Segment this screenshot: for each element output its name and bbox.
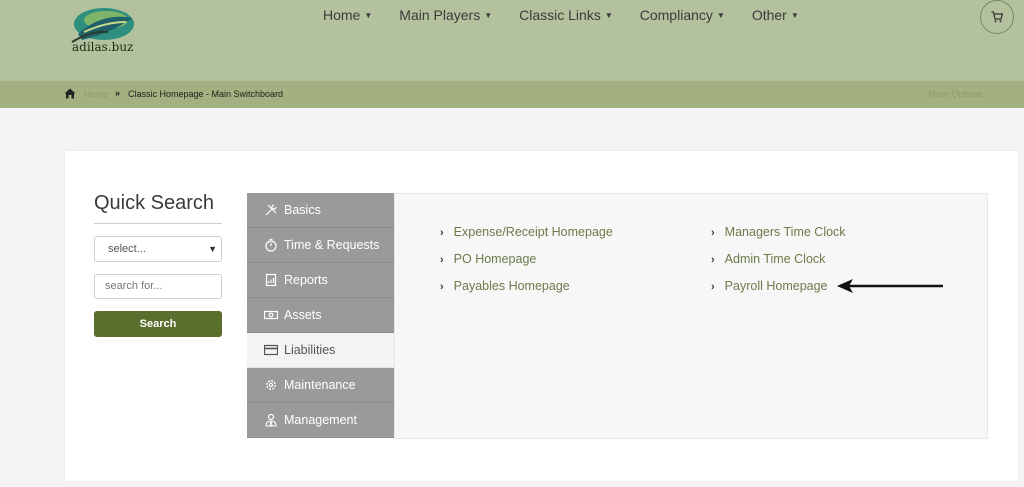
user-tie-icon [264,413,278,427]
nav-classic-links[interactable]: Classic Links ▼ [519,7,613,23]
search-button[interactable]: Search [94,311,222,337]
more-options-link[interactable]: More Options... [928,89,990,99]
nav-classic-links-label: Classic Links [519,7,601,23]
nav-other-label: Other [751,7,787,23]
chevron-down-icon: ▼ [716,10,725,20]
nav-home[interactable]: Home ▼ [323,7,372,23]
breadcrumb-separator: » [115,88,121,98]
link-admin-time-clock[interactable]: › Admin Time Clock [711,252,825,266]
chevron-down-icon: ▼ [604,10,613,20]
link-label: Managers Time Clock [724,225,846,239]
tab-liabilities-label: Liabilities [284,343,336,357]
tab-time-requests[interactable]: Time & Requests [247,228,394,263]
chevron-down-icon: ▼ [364,10,373,20]
chevron-right-icon: › [440,227,444,239]
search-category-select[interactable]: select... ▼ [94,236,222,262]
search-input[interactable]: search for... [94,274,222,299]
breadcrumb-home-link[interactable]: Home [84,89,108,99]
tab-maintenance-label: Maintenance [284,378,356,392]
tab-time-requests-label: Time & Requests [284,238,380,252]
chevron-down-icon: ▼ [790,10,799,20]
chevron-right-icon: › [711,254,715,266]
chevron-right-icon: › [440,254,444,266]
money-icon [264,308,278,322]
cart-icon [991,11,1003,23]
nav-main-players[interactable]: Main Players ▼ [399,7,492,23]
logo-text: adilas.buz [72,40,134,54]
link-expense-receipt-homepage[interactable]: › Expense/Receipt Homepage [440,225,613,239]
link-label: Payroll Homepage [724,279,828,293]
tab-reports-label: Reports [284,273,328,287]
nav-compliancy-label: Compliancy [639,7,713,23]
tab-assets[interactable]: Assets [247,298,394,333]
link-payroll-homepage[interactable]: › Payroll Homepage [711,279,828,293]
main-nav: Home ▼ Main Players ▼ Classic Links ▼ Compl… [323,7,826,23]
link-payables-homepage[interactable]: › Payables Homepage [440,279,570,293]
chevron-right-icon: › [711,227,715,239]
category-tabs: Basics Time & Requests Reports Assets Li… [247,193,394,438]
link-label: Payables Homepage [453,279,570,293]
tab-maintenance[interactable]: Maintenance [247,368,394,403]
top-header: adilas.buz Home ▼ Main Players ▼ Classic L… [0,0,1024,81]
annotation-arrow-icon [837,279,943,293]
tab-liabilities[interactable]: Liabilities [247,333,394,368]
quick-search-title: Quick Search [94,192,215,214]
chevron-right-icon: › [440,281,444,293]
tab-management-label: Management [284,413,357,427]
chevron-right-icon: › [711,281,715,293]
breadcrumb: Home » Classic Homepage - Main Switchboa… [0,81,1024,108]
link-label: Expense/Receipt Homepage [453,225,613,239]
switchboard-card: Quick Search select... ▼ search for... S… [65,151,1018,481]
nav-other[interactable]: Other ▼ [752,7,799,23]
link-po-homepage[interactable]: › PO Homepage [440,252,536,266]
nav-home-label: Home [323,7,361,23]
report-icon [264,273,278,287]
stopwatch-icon [264,238,278,252]
tab-basics-label: Basics [284,203,321,217]
gear-icon [264,378,278,392]
link-label: PO Homepage [453,252,537,266]
tab-assets-label: Assets [284,308,322,322]
tab-basics[interactable]: Basics [247,193,394,228]
home-icon[interactable] [64,88,76,99]
select-value: select... [108,243,146,255]
tab-reports[interactable]: Reports [247,263,394,298]
link-managers-time-clock[interactable]: › Managers Time Clock [711,225,846,239]
tools-icon [264,203,278,217]
chevron-down-icon: ▼ [208,244,217,254]
tab-management[interactable]: Management [247,403,394,438]
nav-compliancy[interactable]: Compliancy ▼ [640,7,725,23]
quick-search-divider [94,223,222,224]
cart-button[interactable] [980,0,1014,34]
nav-main-players-label: Main Players [399,7,481,23]
breadcrumb-current: Classic Homepage - Main Switchboard [128,89,284,99]
credit-card-icon [264,343,278,357]
link-label: Admin Time Clock [724,252,826,266]
chevron-down-icon: ▼ [484,10,493,20]
